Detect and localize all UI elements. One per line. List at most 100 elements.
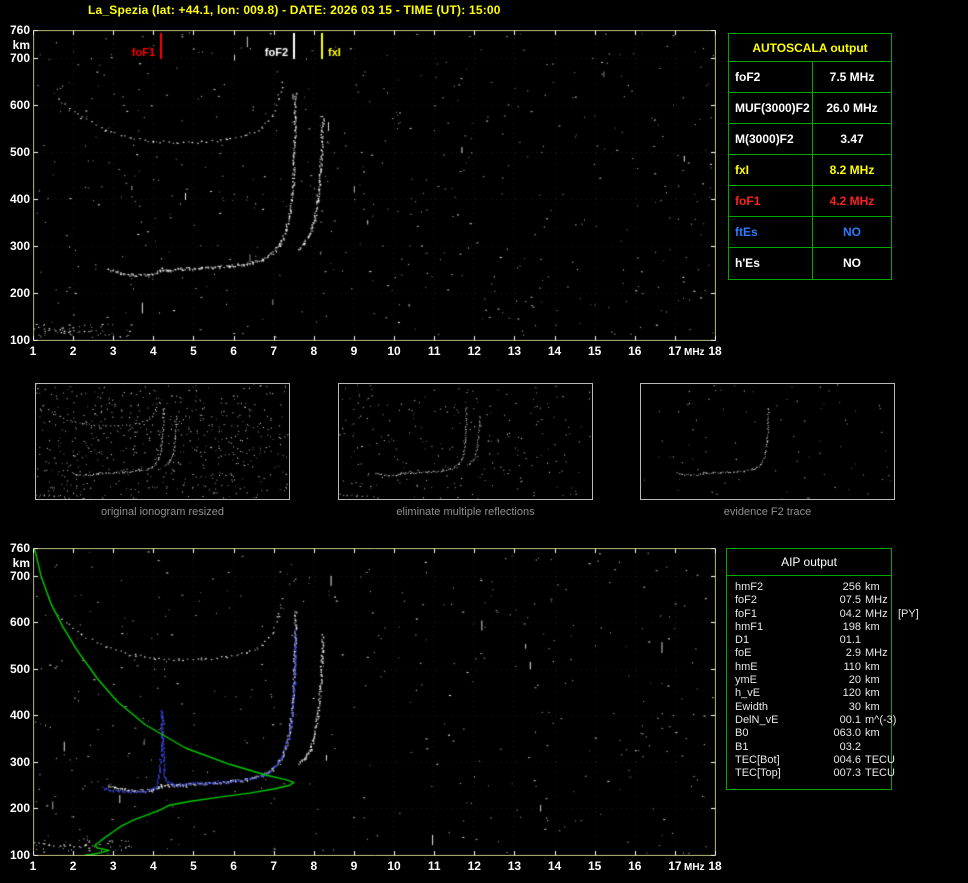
aip-row-foe: foE2.9MHz xyxy=(727,647,891,660)
thumbnail-caption-original: original ionogram resized xyxy=(35,506,290,518)
x-axis-tick-label: 9 xyxy=(343,345,365,357)
autoscala-row-value: NO xyxy=(813,248,891,279)
aip-table-title: AIP output xyxy=(727,549,891,576)
x-axis-tick-label: 16 xyxy=(624,345,646,357)
aip-row-value: 007.3 xyxy=(797,767,861,780)
aip-row-delnve: DelN_vE00.1m^(-3) xyxy=(727,714,891,727)
x-axis-tick-label: 10 xyxy=(383,345,405,357)
aip-table-rows: hmF2256kmfoF207.5MHzfoF104.2MHz[PY]hmF11… xyxy=(727,576,891,780)
y-axis-tick-label: 400 xyxy=(2,193,30,205)
autoscala-row-label: ftEs xyxy=(729,217,813,247)
aip-row-value: 120 xyxy=(797,687,861,700)
aip-row-label: foF2 xyxy=(735,594,757,607)
x-axis-tick-label: 14 xyxy=(544,860,566,872)
aip-row-label: DelN_vE xyxy=(735,714,778,727)
x-axis-tick-label: 2 xyxy=(62,860,84,872)
thumbnail-original-ionogram xyxy=(35,383,290,500)
aip-row-label: B1 xyxy=(735,741,748,754)
x-axis-tick-label: 16 xyxy=(624,860,646,872)
autoscala-row-fxi: fxI8.2 MHz xyxy=(729,155,891,186)
aip-row-unit: km xyxy=(865,674,880,687)
y-axis-tick-label: 400 xyxy=(2,709,30,721)
aip-row-unit: km xyxy=(865,621,880,634)
aip-row-label: h_vE xyxy=(735,687,760,700)
x-axis-tick-label: 8 xyxy=(303,345,325,357)
y-axis-tick-label: 200 xyxy=(2,802,30,814)
aip-row-fof2: foF207.5MHz xyxy=(727,594,891,607)
aip-row-tectop: TEC[Top]007.3TECU xyxy=(727,767,891,780)
x-axis-tick-label: 6 xyxy=(223,860,245,872)
y-axis-tick-label: 700 xyxy=(2,570,30,582)
ionogram-bottom-canvas xyxy=(33,548,716,856)
y-axis-tick-label: 300 xyxy=(2,756,30,768)
y-axis-tick-label: 600 xyxy=(2,99,30,111)
aip-row-unit: km xyxy=(865,661,880,674)
autoscala-row-value: 8.2 MHz xyxy=(813,155,891,185)
y-axis-unit-label: km xyxy=(2,39,30,51)
x-axis-tick-label: 9 xyxy=(343,860,365,872)
x-axis-tick-label: 11 xyxy=(423,860,445,872)
aip-row-value: 30 xyxy=(797,701,861,714)
thumbnail-evidence-f2 xyxy=(640,383,895,500)
aip-row-unit: MHz xyxy=(865,608,888,621)
y-axis-tick-label: 600 xyxy=(2,616,30,628)
autoscala-row-value: 26.0 MHz xyxy=(813,93,891,123)
autoscala-row-label: fxI xyxy=(729,155,813,185)
aip-row-label: D1 xyxy=(735,634,749,647)
x-axis-tick-label: 14 xyxy=(544,345,566,357)
y-axis-tick-label: 500 xyxy=(2,146,30,158)
aip-row-tecbot: TEC[Bot]004.6TECU xyxy=(727,754,891,767)
aip-row-value: 01.1 xyxy=(797,634,861,647)
aip-row-label: TEC[Bot] xyxy=(735,754,780,767)
aip-row-unit: TECU xyxy=(865,767,895,780)
autoscala-row-value: 4.2 MHz xyxy=(813,186,891,216)
aip-row-value: 04.2 xyxy=(797,608,861,621)
x-axis-tick-label: 4 xyxy=(142,860,164,872)
x-axis-tick-label: 15 xyxy=(584,860,606,872)
autoscala-row-ftes: ftEsNO xyxy=(729,217,891,248)
thumbnail-evidence-canvas xyxy=(641,384,894,499)
x-axis-tick-label: 4 xyxy=(142,345,164,357)
autoscala-row-label: MUF(3000)F2 xyxy=(729,93,813,123)
aip-row-label: B0 xyxy=(735,727,748,740)
autoscala-row-label: foF2 xyxy=(729,62,813,92)
x-axis-tick-label: 7 xyxy=(263,345,285,357)
autoscala-row-label: foF1 xyxy=(729,186,813,216)
y-axis-tick-label: 700 xyxy=(2,52,30,64)
autoscala-row-label: h'Es xyxy=(729,248,813,279)
autoscala-row-value: 7.5 MHz xyxy=(813,62,891,92)
aip-row-unit: km xyxy=(865,701,880,714)
aip-row-hmf2: hmF2256km xyxy=(727,581,891,594)
aip-row-label: hmE xyxy=(735,661,758,674)
autoscala-row-muf3000f2: MUF(3000)F226.0 MHz xyxy=(729,93,891,124)
thumbnail-original-canvas xyxy=(36,384,289,499)
x-axis-tick-label: 13 xyxy=(503,345,525,357)
x-axis-tick-label: 3 xyxy=(102,860,124,872)
x-axis-unit-label: MHz xyxy=(684,347,705,358)
x-axis-tick-label: 13 xyxy=(503,860,525,872)
aip-output-table: AIP output hmF2256kmfoF207.5MHzfoF104.2M… xyxy=(726,548,892,790)
aip-row-label: Ewidth xyxy=(735,701,768,714)
y-axis-tick-label: 760 xyxy=(2,542,30,554)
aip-row-d1: D1 01.1 xyxy=(727,634,891,647)
autoscala-table-rows: foF27.5 MHzMUF(3000)F226.0 MHzM(3000)F23… xyxy=(729,62,891,279)
aip-row-b0: B0063.0km xyxy=(727,727,891,740)
x-axis-tick-label: 8 xyxy=(303,860,325,872)
autoscala-row-value: 3.47 xyxy=(813,124,891,154)
aip-row-value: 004.6 xyxy=(797,754,861,767)
x-axis-tick-label: 1 xyxy=(22,860,44,872)
aip-row-unit: MHz xyxy=(865,594,888,607)
aip-row-label: hmF1 xyxy=(735,621,763,634)
aip-row-b1: B103.2 xyxy=(727,741,891,754)
thumbnail-eliminate-reflections xyxy=(338,383,593,500)
aip-row-label: foE xyxy=(735,647,752,660)
y-axis-tick-label: 760 xyxy=(2,24,30,36)
aip-row-ewidth: Ewidth 30 km xyxy=(727,701,891,714)
autoscala-row-m3000f2: M(3000)F23.47 xyxy=(729,124,891,155)
x-axis-tick-label: 5 xyxy=(182,860,204,872)
aip-row-label: ymE xyxy=(735,674,757,687)
autoscala-row-hes: h'EsNO xyxy=(729,248,891,279)
aip-row-hve: h_vE120km xyxy=(727,687,891,700)
y-axis-tick-label: 300 xyxy=(2,240,30,252)
thumbnail-caption-eliminate: eliminate multiple reflections xyxy=(338,506,593,518)
